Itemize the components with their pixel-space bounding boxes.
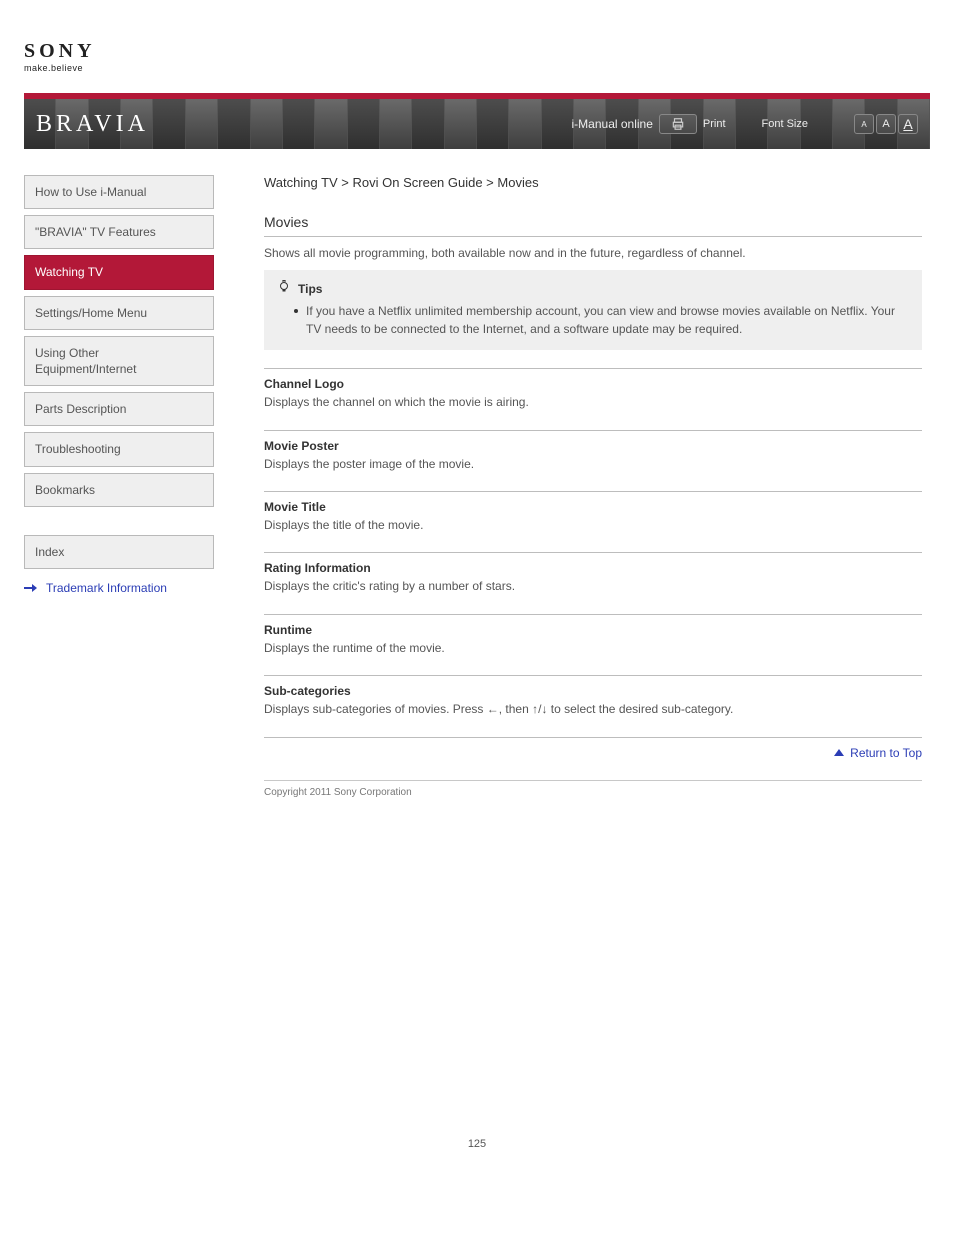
main-content: Watching TV > Rovi On Screen Guide > Mov…: [264, 175, 930, 798]
logo-area: SONY make.believe: [24, 40, 930, 73]
triangle-up-icon: [834, 749, 844, 756]
section-label: Channel Logo: [264, 377, 922, 391]
section-channel-logo: Channel Logo Displays the channel on whi…: [264, 368, 922, 429]
section-label: Rating Information: [264, 561, 922, 575]
sidebar: How to Use i-Manual "BRAVIA" TV Features…: [24, 175, 214, 798]
imanual-link[interactable]: i-Manual online: [572, 117, 653, 131]
return-to-top-link[interactable]: Return to Top: [834, 746, 922, 760]
brand-logo: SONY: [24, 40, 930, 63]
return-top-row: Return to Top: [264, 737, 922, 760]
breadcrumb: Watching TV > Rovi On Screen Guide > Mov…: [264, 175, 922, 190]
tip-item: If you have a Netflix unlimited membersh…: [294, 303, 908, 338]
brand-tagline: make.believe: [24, 63, 930, 73]
nav-watching-tv[interactable]: Watching TV: [24, 255, 214, 289]
nav-bookmarks[interactable]: Bookmarks: [24, 473, 214, 507]
copyright-text: Copyright 2011 Sony Corporation: [264, 787, 922, 798]
header-bar: BRAVIA i-Manual online Print Font Size A: [24, 93, 930, 149]
trademark-info-link[interactable]: Trademark Information: [24, 581, 214, 595]
section-subcategories: Sub-categories Displays sub-categories o…: [264, 675, 922, 736]
section-body: Displays the title of the movie.: [264, 517, 922, 534]
section-label: Sub-categories: [264, 684, 922, 698]
nav-troubleshooting[interactable]: Troubleshooting: [24, 432, 214, 466]
trademark-info-text: Trademark Information: [46, 581, 167, 595]
intro-text: Shows all movie programming, both availa…: [264, 245, 922, 262]
print-icon: [671, 117, 685, 131]
print-label: Print: [703, 118, 726, 130]
section-label: Movie Title: [264, 500, 922, 514]
footer-divider: [264, 780, 922, 781]
font-size-medium-button[interactable]: A: [876, 114, 896, 134]
section-movie-title: Movie Title Displays the title of the mo…: [264, 491, 922, 552]
section-rating: Rating Information Displays the critic's…: [264, 552, 922, 613]
tips-box: Tips If you have a Netflix unlimited mem…: [264, 270, 922, 350]
section-body: Displays sub-categories of movies. Press…: [264, 701, 922, 718]
nav-other-equipment[interactable]: Using Other Equipment/Internet: [24, 336, 214, 386]
lightbulb-icon: [278, 280, 290, 297]
font-size-small-button[interactable]: A: [854, 114, 874, 134]
nav-bravia-features[interactable]: "BRAVIA" TV Features: [24, 215, 214, 249]
print-button[interactable]: [659, 114, 697, 134]
return-to-top-text: Return to Top: [850, 746, 922, 760]
section-body: Displays the runtime of the movie.: [264, 640, 922, 657]
page-number: 125: [24, 1138, 930, 1150]
nav-how-to-use[interactable]: How to Use i-Manual: [24, 175, 214, 209]
font-size-label: Font Size: [762, 118, 808, 130]
section-label: Movie Poster: [264, 439, 922, 453]
section-body: Displays the poster image of the movie.: [264, 456, 922, 473]
product-name: BRAVIA: [36, 111, 149, 138]
imanual-link-text: i-Manual online: [572, 117, 653, 131]
section-body: Displays the channel on which the movie …: [264, 394, 922, 411]
section-movie-poster: Movie Poster Displays the poster image o…: [264, 430, 922, 491]
page-title: Movies: [264, 214, 922, 230]
section-runtime: Runtime Displays the runtime of the movi…: [264, 614, 922, 675]
font-size-large-button[interactable]: A: [898, 114, 918, 134]
arrow-right-icon: [24, 582, 40, 594]
nav-index[interactable]: Index: [24, 535, 214, 569]
tips-label: Tips: [298, 282, 322, 296]
section-body: Displays the critic's rating by a number…: [264, 578, 922, 595]
nav-settings-home[interactable]: Settings/Home Menu: [24, 296, 214, 330]
intro-section: Shows all movie programming, both availa…: [264, 236, 922, 368]
nav-parts-description[interactable]: Parts Description: [24, 392, 214, 426]
section-label: Runtime: [264, 623, 922, 637]
